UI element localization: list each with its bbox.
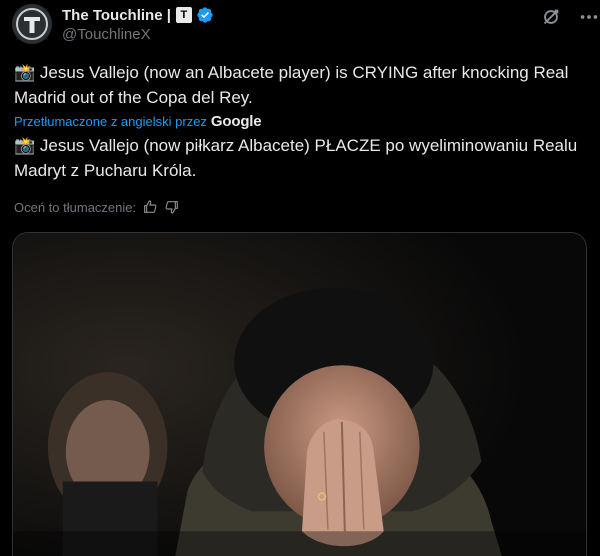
tweet-text: 📸 Jesus Vallejo (now an Albacete player)… [14, 60, 584, 110]
avatar[interactable] [12, 4, 52, 44]
translation-attribution[interactable]: Przetłumaczone z angielski przez Google [14, 113, 262, 130]
more-icon[interactable] [578, 6, 600, 28]
translated-by-label[interactable]: Przetłumaczone z angielski przez [14, 114, 207, 129]
photo-crying-player [13, 233, 586, 556]
tweet-header: The Touchline | T @TouchlineX [12, 4, 598, 52]
affiliate-badge[interactable]: T [175, 7, 192, 23]
grok-icon[interactable] [540, 6, 562, 28]
thumbs-up-icon[interactable] [142, 199, 158, 215]
rate-translation: Oceń to tłumaczenie: [14, 199, 180, 215]
translated-text: 📸 Jesus Vallejo (now piłkarz Albacete) P… [14, 133, 584, 183]
translated-body: Jesus Vallejo (now piłkarz Albacete) PŁA… [14, 136, 578, 180]
google-logo[interactable]: Google [211, 113, 262, 130]
verified-icon[interactable] [196, 6, 214, 24]
thumbs-down-icon[interactable] [164, 199, 180, 215]
tweet-body: Jesus Vallejo (now an Albacete player) i… [14, 63, 569, 107]
display-name[interactable]: The Touchline | [62, 7, 171, 24]
handle[interactable]: @TouchlineX [62, 26, 214, 43]
rate-label: Oceń to tłumaczenie: [14, 199, 137, 215]
touchline-logo [12, 4, 52, 44]
camera-flash-emoji: 📸 [14, 136, 36, 155]
camera-flash-emoji: 📸 [14, 63, 36, 82]
tweet-photo[interactable] [12, 232, 587, 556]
